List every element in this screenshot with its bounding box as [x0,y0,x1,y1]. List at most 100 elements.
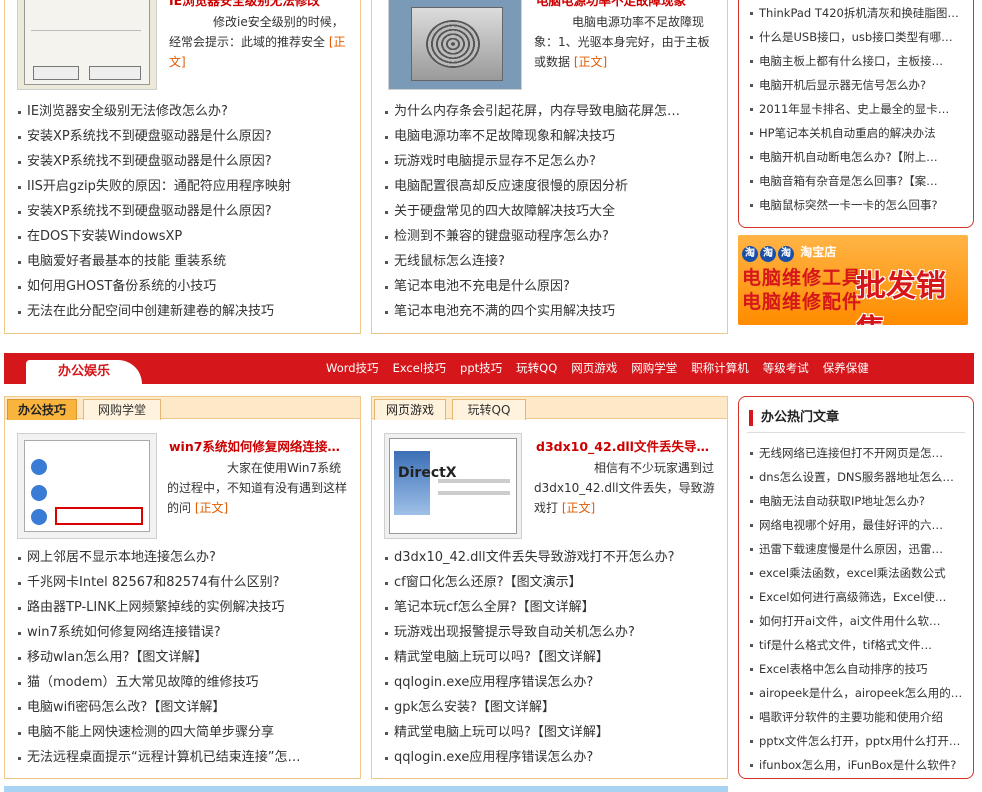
tab-online-shopping[interactable]: 网购学堂 [83,399,161,420]
ad-banner[interactable]: 淘淘淘 淘宝店 电脑维修工具 电脑维修配件 批发销售 [738,235,968,325]
list-item-tag[interactable]: 【图文详解】 [147,700,225,715]
more-link[interactable]: [正文] [195,501,228,515]
nav-link[interactable]: 等级考试 [763,361,809,375]
list-item[interactable]: 唱歌评分软件的主要功能和使用介绍 [749,705,969,729]
list-item[interactable]: 电脑无法自动获取IP地址怎么办? [749,489,969,513]
list-item[interactable]: 在DOS下安装WindowsXP [17,224,347,249]
list-item[interactable]: ThinkPad T420拆机清灰和换硅脂图… [749,1,969,25]
list-item[interactable]: Excel如何进行高级筛选，Excel使… [749,585,969,609]
feature-thumbnail[interactable]: DirectX [384,433,522,539]
list-item[interactable]: 电脑wifi密码怎么改?【图文详解】 [17,695,347,720]
list-item[interactable]: HP笔记本关机自动重启的解决办法 [749,121,969,145]
list-item-title[interactable]: d3dx10_42.dll文件丢失导致游戏打不开怎么办? [394,550,675,565]
list-item[interactable]: pptx文件怎么打开，pptx用什么打开… [749,729,969,753]
list-item[interactable]: 安装XP系统找不到硬盘驱动器是什么原因? [17,124,347,149]
tab-web-games[interactable]: 网页游戏 [374,399,446,420]
list-item-tag[interactable]: 【图文详解】 [531,650,609,665]
nav-link[interactable]: ppt技巧 [460,361,502,375]
list-item-title[interactable]: 电脑wifi密码怎么改? [27,700,147,715]
list-item[interactable]: 移动wlan怎么用?【图文详解】 [17,645,347,670]
tab-qq[interactable]: 玩转QQ [452,399,526,420]
list-item[interactable]: 迅雷下载速度慢是什么原因，迅雷… [749,537,969,561]
list-item[interactable]: 笔记本电池不充电是什么原因? [384,274,714,299]
list-item-title[interactable]: gpk怎么安装? [394,700,477,715]
list-item-title[interactable]: 路由器TP-LINK上网频繁掉线的实例解决技巧 [27,600,285,615]
list-item[interactable]: 电脑开机自动断电怎么办?【附上… [749,145,969,169]
list-item-title[interactable]: 猫（modem）五大常见故障的维修技巧 [27,675,259,690]
list-item-title[interactable]: 精武堂电脑上玩可以吗? [394,725,531,740]
list-item[interactable]: 安装XP系统找不到硬盘驱动器是什么原因? [17,149,347,174]
list-item[interactable]: gpk怎么安装?【图文详解】 [384,695,716,720]
list-item-title[interactable]: 移动wlan怎么用? [27,650,129,665]
list-item-tag[interactable]: 【图文详解】 [477,700,555,715]
more-link[interactable]: [正文] [574,55,607,69]
list-item[interactable]: IIS开启gzip失败的原因：通配符应用程序映射 [17,174,347,199]
list-item[interactable]: 玩游戏时电脑提示显存不足怎么办? [384,149,714,174]
list-item[interactable]: 电脑电源功率不足故障现象和解决技巧 [384,124,714,149]
list-item-tag[interactable]: 【图文演示】 [504,575,582,590]
nav-link[interactable]: Word技巧 [326,361,379,375]
list-item-title[interactable]: win7系统如何修复网络连接错误? [27,625,221,640]
list-item[interactable]: 无法在此分配空间中创建新建卷的解决技巧 [17,299,347,324]
list-item[interactable]: 什么是USB接口，usb接口类型有哪… [749,25,969,49]
feature-thumbnail[interactable] [17,0,157,90]
list-item[interactable]: 精武堂电脑上玩可以吗?【图文详解】 [384,645,716,670]
list-item[interactable]: dns怎么设置，DNS服务器地址怎么… [749,465,969,489]
feature-title[interactable]: d3dx10_42.dll文件丢失导… [536,436,716,455]
list-item[interactable]: 无线网络已连接但打不开网页是怎… [749,441,969,465]
section-tab-office[interactable]: 办公娱乐 [26,360,142,384]
feature-title[interactable]: win7系统如何修复网络连接… [169,436,349,455]
list-item[interactable]: 猫（modem）五大常见故障的维修技巧 [17,670,347,695]
feature-title[interactable]: IE浏览器安全级别无法修改 [169,0,349,9]
list-item[interactable]: d3dx10_42.dll文件丢失导致游戏打不开怎么办? [384,545,716,570]
list-item[interactable]: 电脑开机后显示器无信号怎么办? [749,73,969,97]
list-item[interactable]: 电脑不能上网快速检测的四大简单步骤分享 [17,720,347,745]
list-item[interactable]: 2011年显卡排名、史上最全的显卡… [749,97,969,121]
list-item[interactable]: 安装XP系统找不到硬盘驱动器是什么原因? [17,199,347,224]
list-item[interactable]: 如何打开ai文件，ai文件用什么软… [749,609,969,633]
list-item[interactable]: 无线鼠标怎么连接? [384,249,714,274]
list-item[interactable]: tif是什么格式文件，tif格式文件… [749,633,969,657]
list-item[interactable]: airopeek是什么，airopeek怎么用的… [749,681,969,705]
list-item-title[interactable]: 电脑不能上网快速检测的四大简单步骤分享 [27,725,274,740]
list-item[interactable]: 笔记本电池充不满的四个实用解决技巧 [384,299,714,324]
list-item[interactable]: qqlogin.exe应用程序错误怎么办? [384,745,716,770]
nav-link[interactable]: 玩转QQ [516,361,557,375]
list-item[interactable]: 路由器TP-LINK上网频繁掉线的实例解决技巧 [17,595,347,620]
list-item[interactable]: IE浏览器安全级别无法修改怎么办? [17,99,347,124]
nav-link[interactable]: 职称计算机 [691,361,749,375]
nav-link[interactable]: 保养保健 [823,361,869,375]
list-item[interactable]: ifunbox怎么用，iFunBox是什么软件? [749,753,969,777]
list-item-tag[interactable]: 【图文详解】 [129,650,207,665]
list-item[interactable]: qqlogin.exe应用程序错误怎么办? [384,670,716,695]
list-item[interactable]: 关于硬盘常见的四大故障解决技巧大全 [384,199,714,224]
list-item-title[interactable]: qqlogin.exe应用程序错误怎么办? [394,750,593,765]
list-item-title[interactable]: 笔记本玩cf怎么全屏? [394,600,517,615]
list-item-tag[interactable]: 【图文详解】 [531,725,609,740]
list-item[interactable]: 笔记本玩cf怎么全屏?【图文详解】 [384,595,716,620]
list-item[interactable]: win7系统如何修复网络连接错误? [17,620,347,645]
list-item[interactable]: cf窗口化怎么还原?【图文演示】 [384,570,716,595]
list-item[interactable]: 检测到不兼容的键盘驱动程序怎么办? [384,224,714,249]
list-item[interactable]: excel乘法函数，excel乘法函数公式 [749,561,969,585]
list-item[interactable]: 无法远程桌面提示“远程计算机已结束连接”怎… [17,745,347,770]
list-item[interactable]: 玩游戏出现报警提示导致自动关机怎么办? [384,620,716,645]
feature-title[interactable]: 电脑电源功率不足故障现象 [536,0,716,9]
nav-link[interactable]: 网购学堂 [631,361,677,375]
feature-thumbnail[interactable] [388,0,522,90]
list-item[interactable]: 电脑爱好者最基本的技能 重装系统 [17,249,347,274]
list-item-title[interactable]: 千兆网卡Intel 82567和82574有什么区别? [27,575,280,590]
more-link[interactable]: [正文] [562,501,595,515]
list-item[interactable]: 精武堂电脑上玩可以吗?【图文详解】 [384,720,716,745]
list-item[interactable]: 电脑音箱有杂音是怎么回事?【案… [749,169,969,193]
list-item-title[interactable]: 网上邻居不显示本地连接怎么办? [27,550,216,565]
list-item-title[interactable]: qqlogin.exe应用程序错误怎么办? [394,675,593,690]
list-item[interactable]: 电脑主板上都有什么接口，主板接… [749,49,969,73]
nav-link[interactable]: Excel技巧 [393,361,446,375]
list-item-title[interactable]: 玩游戏出现报警提示导致自动关机怎么办? [394,625,635,640]
list-item[interactable]: 千兆网卡Intel 82567和82574有什么区别? [17,570,347,595]
nav-link[interactable]: 网页游戏 [571,361,617,375]
feature-thumbnail[interactable] [17,433,157,539]
list-item-title[interactable]: 精武堂电脑上玩可以吗? [394,650,531,665]
list-item[interactable]: Excel表格中怎么自动排序的技巧 [749,657,969,681]
